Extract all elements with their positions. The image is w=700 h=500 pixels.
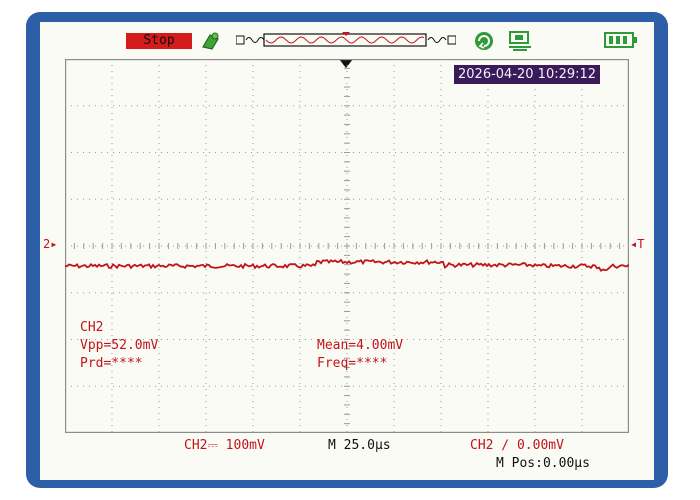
meas-frequency: Freq=**** [317,356,388,371]
top-status-bar: Stop [40,22,654,56]
run-indicator-icon [202,32,219,50]
usb-icon [509,31,531,51]
trigger-setting[interactable]: CH2 ∕ 0.00mV [470,438,564,453]
meas-period: Prd=**** [80,356,143,371]
battery-icon [604,32,637,48]
meas-vpp: Vpp=52.0mV [80,338,159,353]
ch2-volts-per-div[interactable]: CH2⎓ 100mV [184,438,265,453]
datetime-display: 2026-04-20 10:29:12 [454,65,601,84]
waveform-grid [65,59,629,433]
horizontal-position[interactable]: M Pos:0.00μs [496,456,590,471]
channel-level-marker: 2▸ [43,237,58,251]
meas-mean: Mean=4.00mV [317,338,404,353]
trigger-level-marker: ◂T [630,237,645,251]
run-stop-button[interactable]: Stop [126,33,192,49]
timebase[interactable]: M 25.0μs [328,438,391,453]
memory-depth-strip-icon[interactable] [236,32,456,48]
meas-channel-label: CH2 [80,320,104,335]
oscilloscope-screen: Stop 2026-04-20 10:29:12 2▸ ◂T CH2 Vpp=5… [40,22,654,480]
